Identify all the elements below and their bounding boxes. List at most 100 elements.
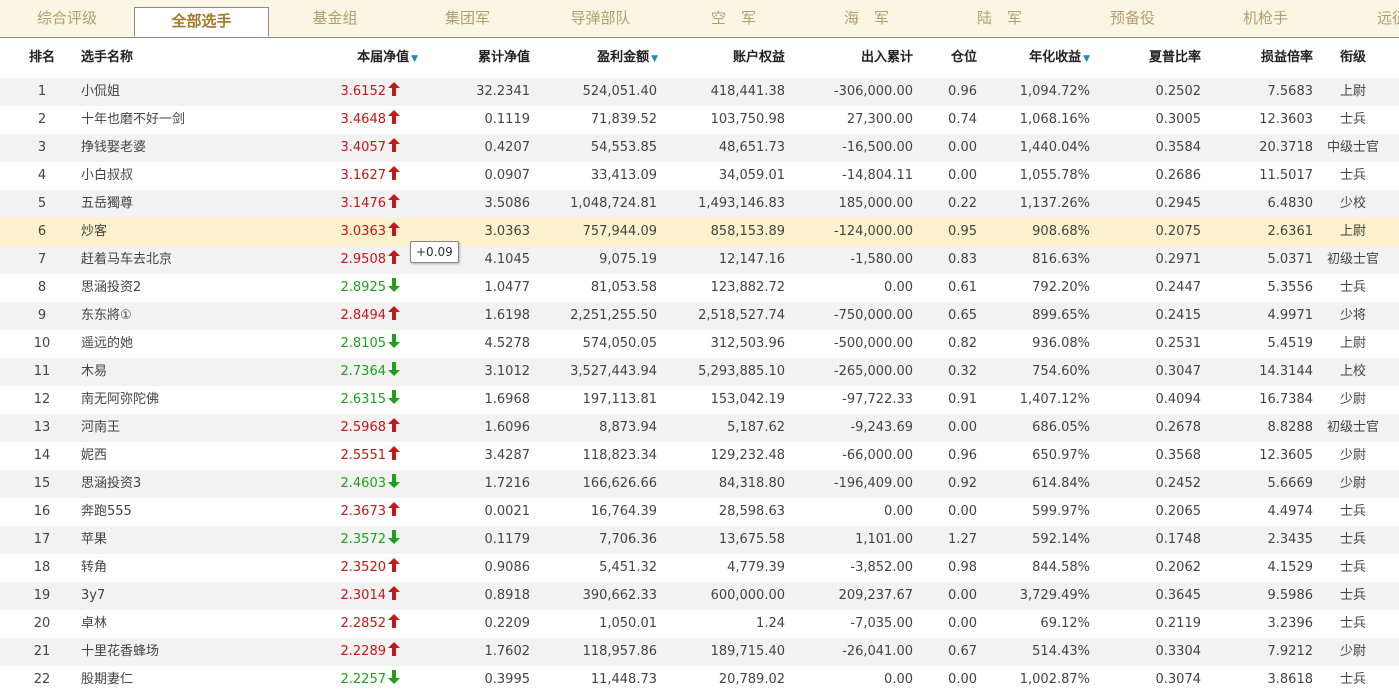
table-row[interactable]: 13 河南王 2.5968 1.6096 8,873.94 5,187.62 -9,243.… — [0, 414, 1399, 442]
cell-player-name[interactable]: 河南王 — [81, 414, 301, 442]
cell-sharpe: 0.2971 — [1155, 252, 1202, 267]
table-row[interactable]: 7 赶着马车去北京 2.9508 4.1045 9,075.19 12,147.16 -1,… — [0, 246, 1399, 274]
cell-player-name[interactable]: 思涵投资2 — [81, 274, 301, 302]
table-row[interactable]: 15 思涵投资3 2.4603 1.7216 166,626.66 84,318.80 -1… — [0, 470, 1399, 498]
cell-annual: 1,068.16% — [1019, 112, 1090, 127]
col-header-annual[interactable]: 年化收益 ▼ — [990, 38, 1090, 78]
cell-cum-nav: 0.0021 — [484, 504, 531, 519]
table-row[interactable]: 6 炒客 3.0363 3.0363 757,944.09 858,153.89 -124,… — [0, 218, 1399, 246]
cell-player-name[interactable]: 南无阿弥陀佛 — [81, 386, 301, 414]
cell-nav: 2.2852 — [300, 610, 400, 638]
nav-value: 2.4603 — [340, 476, 387, 491]
cell-player-name[interactable]: 小白叔叔 — [81, 162, 301, 190]
cell-cum-nav: 1.7602 — [484, 644, 531, 659]
cell-player-name[interactable]: 木易 — [81, 358, 301, 386]
table-row[interactable]: 1 小侃姐 3.6152 32.2341 524,051.40 418,441.38 -30… — [0, 78, 1399, 106]
col-header-nav[interactable]: 本届净值 ▼ — [300, 38, 418, 78]
cell-player-name[interactable]: 赶着马车去北京 — [81, 246, 301, 274]
table-row[interactable]: 18 转角 2.3520 0.9086 5,451.32 4,779.39 -3,852.0… — [0, 554, 1399, 582]
tab-army[interactable]: 陆 军 — [933, 0, 1066, 37]
cell-equity: 103,750.98 — [710, 112, 785, 127]
cell-rank: 11 — [33, 364, 51, 379]
table-row[interactable]: 21 十里花香蜂场 2.2289 1.7602 118,957.86 189,715.40… — [0, 638, 1399, 666]
col-header-sharpe[interactable]: 夏普比率 — [1100, 38, 1201, 78]
tab-rating[interactable]: 综合评级 — [0, 0, 134, 37]
cell-profit: 5,451.32 — [599, 560, 657, 575]
table-row[interactable]: 20 卓林 2.2852 0.2209 1,050.01 1.24 -7,035.00 0.0… — [0, 610, 1399, 638]
cell-player-name[interactable]: 妮西 — [81, 442, 301, 470]
cell-player-name[interactable]: 思涵投资3 — [81, 470, 301, 498]
col-header-profit[interactable]: 盈利金额 ▼ — [540, 38, 658, 78]
cell-player-name[interactable]: 东东將① — [81, 302, 301, 330]
table-row[interactable]: 9 东东將① 2.8494 1.6198 2,251,255.50 2,518,527.7… — [0, 302, 1399, 330]
table-row[interactable]: 4 小白叔叔 3.1627 0.0907 33,413.09 34,059.01 -14,8… — [0, 162, 1399, 190]
table-row[interactable]: 10 遥远的她 2.8105 4.5278 574,050.05 312,503.96 -5… — [0, 330, 1399, 358]
cell-nav: 2.8925 — [300, 274, 400, 302]
cell-rank: 5 — [37, 196, 47, 211]
col-header-title[interactable]: 衔级 — [1322, 38, 1384, 78]
table-row[interactable]: 12 南无阿弥陀佛 2.6315 1.6968 197,113.81 153,042.19… — [0, 386, 1399, 414]
cell-sharpe: 0.2415 — [1155, 308, 1202, 323]
cell-cum-nav: 0.1179 — [484, 532, 531, 547]
cell-player-name[interactable]: 十年也磨不好一剑 — [81, 106, 301, 134]
cell-sharpe: 0.2062 — [1155, 560, 1202, 575]
tab-all-players[interactable]: 全部选手 — [134, 7, 269, 37]
nav-value: 2.8925 — [340, 280, 387, 295]
cell-player-name[interactable]: 苹果 — [81, 526, 301, 554]
table-row[interactable]: 11 木易 2.7364 3.1012 3,527,443.94 5,293,885.10… — [0, 358, 1399, 386]
table-row[interactable]: 5 五岳獨尊 3.1476 3.5086 1,048,724.81 1,493,146.8… — [0, 190, 1399, 218]
table-row[interactable]: 17 苹果 2.3572 0.1179 7,706.36 13,675.58 1,101.0… — [0, 526, 1399, 554]
tab-air-force[interactable]: 空 军 — [667, 0, 800, 37]
cell-sharpe: 0.3645 — [1155, 588, 1202, 603]
table-row[interactable]: 2 十年也磨不好一剑 3.4648 0.1119 71,839.52 103,750.98… — [0, 106, 1399, 134]
table-row[interactable]: 3 挣钱娶老婆 3.4057 0.4207 54,553.85 48,651.73 -16,… — [0, 134, 1399, 162]
table-row[interactable]: 14 妮西 2.5551 3.4287 118,823.34 129,232.48 -66,… — [0, 442, 1399, 470]
cell-player-name[interactable]: 五岳獨尊 — [81, 190, 301, 218]
cell-player-name[interactable]: 股期妻仁 — [81, 666, 301, 694]
cell-player-name[interactable]: 奔跑555 — [81, 498, 301, 526]
cell-player-name[interactable]: 小侃姐 — [81, 78, 301, 106]
col-header-equity[interactable]: 账户权益 — [660, 38, 785, 78]
cell-title: 士兵 — [1339, 504, 1366, 519]
tab-group-army[interactable]: 集团军 — [401, 0, 534, 37]
tab-missile-force[interactable]: 导弹部队 — [534, 0, 667, 37]
cell-sharpe: 0.2452 — [1155, 476, 1202, 491]
cell-player-name[interactable]: 卓林 — [81, 610, 301, 638]
table-row[interactable]: 19 3y7 2.3014 0.8918 390,662.33 600,000.00 209… — [0, 582, 1399, 610]
cell-pl-ratio: 4.4974 — [1267, 504, 1314, 519]
col-header-cum-nav[interactable]: 累计净值 — [430, 38, 530, 78]
cell-equity: 123,882.72 — [710, 280, 785, 295]
cell-cum-nav: 0.1119 — [484, 112, 531, 127]
cell-player-name[interactable]: 转角 — [81, 554, 301, 582]
cell-equity: 34,059.01 — [718, 168, 785, 183]
table-row[interactable]: 22 股期妻仁 2.2257 0.3995 11,448.73 20,789.02 0.00… — [0, 666, 1399, 694]
cell-sharpe: 0.2531 — [1155, 336, 1202, 351]
col-header-flow[interactable]: 出入累计 — [790, 38, 913, 78]
cell-flow: -500,000.00 — [833, 336, 913, 351]
cell-sharpe: 0.2678 — [1155, 420, 1202, 435]
cell-position: 0.00 — [948, 140, 977, 155]
col-header-position[interactable]: 仓位 — [930, 38, 977, 78]
cell-player-name[interactable]: 3y7 — [81, 582, 301, 610]
cell-player-name[interactable]: 遥远的她 — [81, 330, 301, 358]
col-header-name[interactable]: 选手名称 — [81, 38, 133, 78]
cell-player-name[interactable]: 挣钱娶老婆 — [81, 134, 301, 162]
table-row[interactable]: 16 奔跑555 2.3673 0.0021 16,764.39 28,598.63 0.0… — [0, 498, 1399, 526]
tab-fund-group[interactable]: 基金组 — [269, 0, 401, 37]
tab-machine-gunner[interactable]: 机枪手 — [1199, 0, 1332, 37]
cell-cum-nav: 0.8918 — [484, 588, 531, 603]
col-header-rank[interactable]: 排名 — [22, 38, 62, 78]
cell-annual: 908.68% — [1032, 224, 1090, 239]
tab-expedition[interactable]: 远征 — [1362, 0, 1399, 37]
cell-flow: -265,000.00 — [833, 364, 913, 379]
cell-player-name[interactable]: 十里花香蜂场 — [81, 638, 301, 666]
tab-reserve[interactable]: 预备役 — [1066, 0, 1199, 37]
cell-equity: 1.24 — [756, 616, 785, 631]
nav-value: 2.2852 — [340, 616, 387, 631]
cell-nav: 2.5968 — [300, 414, 400, 442]
col-header-pl-ratio[interactable]: 损益倍率 — [1210, 38, 1313, 78]
table-row[interactable]: 8 思涵投资2 2.8925 1.0477 81,053.58 123,882.72 0.0… — [0, 274, 1399, 302]
cell-rank: 9 — [37, 308, 47, 323]
cell-player-name[interactable]: 炒客 — [81, 218, 301, 246]
tab-navy[interactable]: 海 军 — [800, 0, 933, 37]
